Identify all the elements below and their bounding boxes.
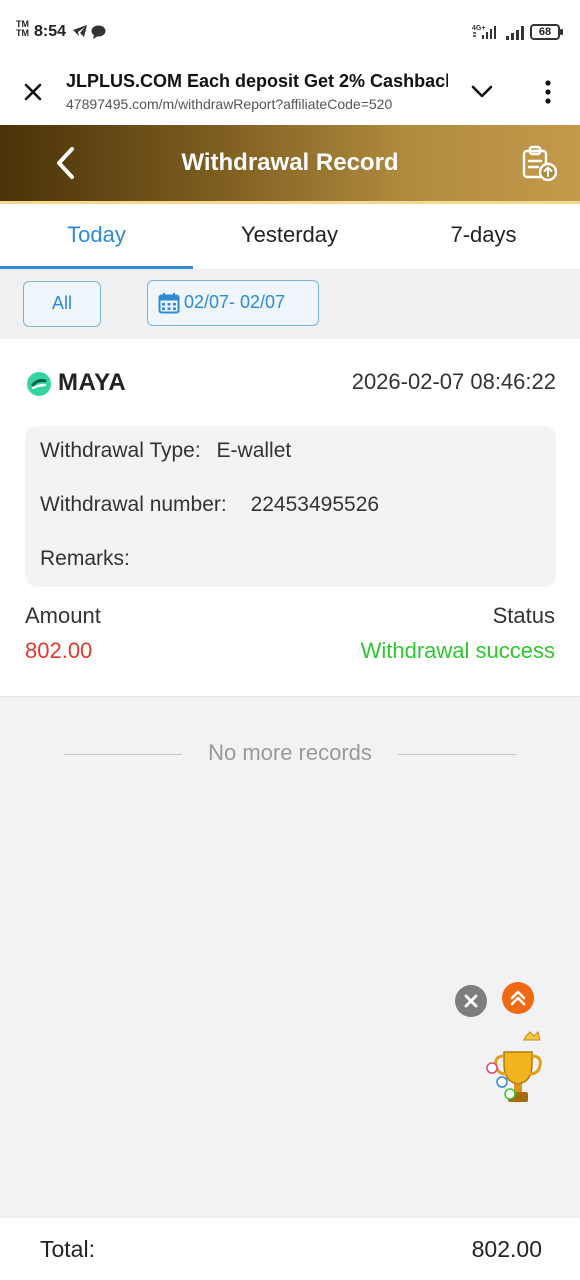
withdrawal-type-row: Withdrawal Type: E-wallet — [40, 439, 291, 463]
chevron-down-icon[interactable] — [470, 82, 494, 102]
chat-bubble-icon — [91, 25, 106, 39]
withdrawal-record-card: MAYA 2026-02-07 08:46:22 Withdrawal Type… — [0, 339, 580, 697]
browser-url[interactable]: 47897495.com/m/withdrawReport?affiliateC… — [66, 96, 448, 112]
maya-logo-icon — [27, 372, 51, 396]
more-options-icon[interactable] — [538, 79, 558, 105]
status-time: 8:54 — [34, 23, 67, 40]
filter-all-button[interactable]: All — [23, 281, 101, 327]
tab-today[interactable]: Today — [0, 204, 193, 270]
float-close-button[interactable] — [455, 985, 487, 1017]
close-icon — [464, 994, 478, 1008]
status-label: Status — [492, 603, 555, 628]
network-signal-icon: 4G+ — [472, 24, 498, 45]
channel-name: MAYA — [58, 369, 127, 396]
back-arrow-icon[interactable] — [52, 145, 82, 181]
status-bar: TM TM 8:54 4G+ 68 — [0, 0, 580, 60]
amount-value: 802.00 — [25, 638, 93, 663]
telegram-icon — [73, 25, 87, 37]
tab-7-days[interactable]: 7-days — [387, 204, 580, 270]
withdrawal-number-row: Withdrawal number: 22453495526 — [40, 493, 379, 517]
total-bar: Total: 802.00 — [0, 1218, 580, 1280]
total-value: 802.00 — [471, 1236, 542, 1262]
page-title: Withdrawal Record — [181, 149, 399, 176]
browser-page-title: JLPLUS.COM Each deposit Get 2% Cashback — [66, 71, 448, 91]
total-label: Total: — [40, 1236, 95, 1262]
signal-bars-icon — [506, 26, 524, 40]
divider-right — [398, 754, 516, 755]
withdrawal-number-value: 22453495526 — [250, 493, 380, 516]
date-range-button[interactable]: 02/07- 02/07 — [147, 280, 319, 326]
clipboard-upload-icon[interactable] — [520, 145, 560, 183]
withdrawal-number-label: Withdrawal number: — [40, 493, 227, 516]
double-chevron-up-icon — [510, 990, 526, 1006]
trophy-icon[interactable] — [482, 1030, 552, 1112]
date-range-label: 02/07- 02/07 — [184, 292, 286, 312]
scroll-top-button[interactable] — [502, 982, 534, 1014]
date-tabs: Today Yesterday 7-days — [0, 204, 580, 270]
status-value: Withdrawal success — [360, 638, 555, 663]
withdrawal-type-label: Withdrawal Type: — [40, 439, 201, 462]
battery-icon: 68 — [530, 24, 563, 40]
calendar-icon — [158, 293, 180, 314]
remarks-label: Remarks: — [40, 547, 130, 570]
record-details: Withdrawal Type: E-wallet Withdrawal num… — [25, 426, 556, 587]
tm-indicator: TM TM — [16, 19, 29, 38]
network-label: 4G+ — [472, 25, 485, 32]
no-more-records: No more records — [208, 740, 372, 765]
close-icon[interactable] — [20, 79, 46, 105]
amount-label: Amount — [25, 603, 101, 628]
page-header: Withdrawal Record — [0, 125, 580, 201]
withdrawal-type-value: E-wallet — [216, 439, 292, 462]
remarks-row: Remarks: — [40, 547, 140, 571]
browser-toolbar: JLPLUS.COM Each deposit Get 2% Cashback … — [0, 60, 580, 125]
active-tab-indicator — [0, 266, 193, 269]
tab-yesterday[interactable]: Yesterday — [193, 204, 386, 270]
record-datetime: 2026-02-07 08:46:22 — [351, 369, 556, 394]
filter-bar: All 02/07- 02/07 — [0, 270, 580, 338]
